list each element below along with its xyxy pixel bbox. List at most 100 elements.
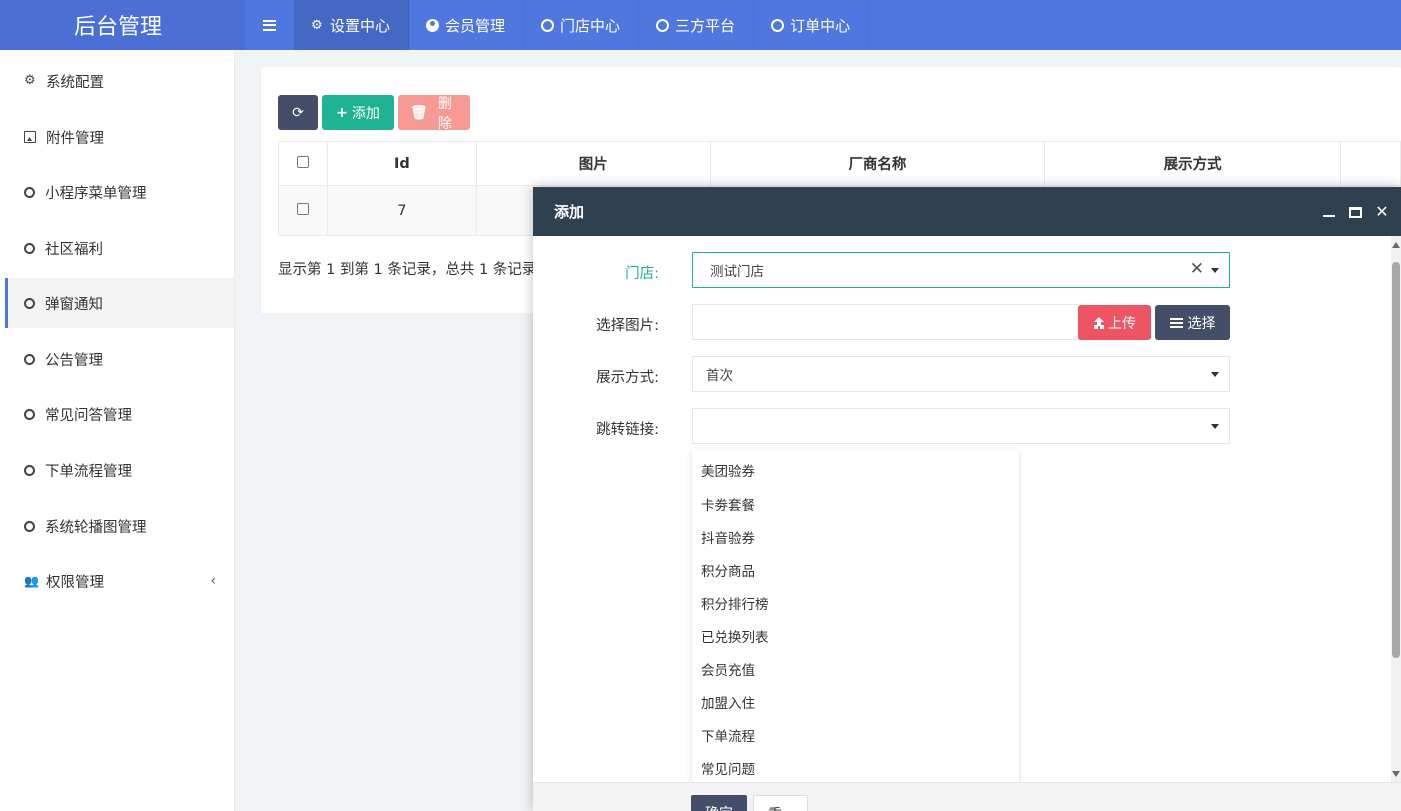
chevron-left-icon: ‹	[210, 573, 216, 589]
circle-icon	[656, 18, 670, 32]
trash-icon: 🗑	[410, 104, 428, 121]
display-mode-value: 首次	[706, 368, 733, 384]
select-all-cell	[278, 141, 328, 186]
circle-icon	[24, 408, 35, 420]
column-header-vendor[interactable]: 厂商名称	[709, 141, 1046, 186]
sidebar-item-permissions[interactable]: 👥 权限管理 ‹	[5, 556, 234, 606]
nav-item-label: 三方平台	[675, 16, 736, 35]
pagination-info: 显示第 1 到第 1 条记录，总共 1 条记录	[278, 262, 537, 278]
row-select-cell	[278, 185, 328, 236]
circle-icon	[24, 464, 35, 476]
image-path-input[interactable]	[692, 304, 1079, 340]
sidebar-item-order-process[interactable]: 下单流程管理	[5, 445, 234, 495]
nav-item-settings[interactable]: ⚙ 设置中心	[294, 0, 410, 50]
circle-icon	[24, 520, 35, 532]
upload-button[interactable]: 上传	[1078, 305, 1151, 340]
nav-item-label: 会员管理	[445, 16, 506, 35]
sidebar-toggle-button[interactable]	[244, 0, 294, 50]
choose-button[interactable]: 选择	[1155, 305, 1230, 340]
modal-form: 门店: 测试门店 ✕ 选择图片: 上传 选择 展示方式: 首次 跳转链接: 美团…	[533, 236, 1391, 782]
modal-title: 添加	[554, 203, 585, 221]
sidebar-item-system-config[interactable]: ⚙ 系统配置	[5, 56, 234, 106]
store-select-value: 测试门店	[710, 264, 764, 280]
dropdown-option[interactable]: 积分商品	[701, 560, 755, 580]
column-header-extra	[1340, 141, 1401, 186]
sidebar-item-faq[interactable]: 常见问答管理	[5, 389, 234, 439]
nav-item-third-party[interactable]: 三方平台	[639, 0, 755, 50]
users-icon: 👥	[24, 574, 39, 588]
refresh-icon: ⟳	[292, 104, 304, 121]
circle-icon	[541, 18, 555, 32]
store-select[interactable]: 测试门店 ✕	[692, 252, 1230, 288]
circle-icon	[24, 353, 35, 365]
table-toolbar: ⟳ + 添加 🗑 删除	[278, 95, 470, 132]
scroll-up-icon[interactable]	[1392, 242, 1400, 248]
modal-controls: ✕	[1322, 187, 1389, 236]
select-all-checkbox[interactable]	[296, 155, 309, 168]
image-label: 选择图片:	[596, 318, 659, 334]
jump-link-select[interactable]	[692, 408, 1230, 444]
menu-icon	[263, 19, 276, 31]
refresh-button[interactable]: ⟳	[278, 95, 318, 130]
sidebar-item-label: 系统配置	[46, 74, 104, 91]
dropdown-option[interactable]: 积分排行榜	[701, 593, 769, 613]
user-circle-icon	[426, 18, 440, 32]
chevron-down-icon	[1211, 372, 1219, 377]
image-icon	[24, 131, 36, 143]
sidebar-item-attachments[interactable]: 附件管理	[5, 112, 234, 162]
sidebar-item-popup-notice[interactable]: 弹窗通知	[5, 278, 234, 328]
nav-item-members[interactable]: 会员管理	[409, 0, 525, 50]
dropdown-option[interactable]: 卡劵套餐	[701, 494, 755, 514]
sidebar-item-label: 小程序菜单管理	[45, 185, 147, 202]
sidebar-item-label: 常见问答管理	[45, 407, 132, 424]
sidebar-item-community-welfare[interactable]: 社区福利	[5, 223, 234, 273]
scrollbar-thumb[interactable]	[1392, 262, 1400, 658]
clear-icon[interactable]: ✕	[1190, 259, 1204, 279]
add-button-label: 添加	[351, 105, 380, 122]
modal-header[interactable]: 添加 ✕	[533, 187, 1401, 236]
display-mode-label: 展示方式:	[596, 370, 659, 386]
dropdown-option[interactable]: 常见问题	[701, 758, 755, 778]
maximize-icon[interactable]	[1349, 206, 1362, 218]
sidebar-item-label: 下单流程管理	[45, 463, 132, 480]
dropdown-option[interactable]: 加盟入住	[701, 692, 755, 712]
circle-icon	[24, 242, 35, 254]
delete-button-label: 删除	[437, 95, 452, 132]
sidebar-item-carousel[interactable]: 系统轮播图管理	[5, 501, 234, 551]
sidebar-item-label: 公告管理	[45, 352, 103, 369]
sidebar-item-miniprogram-menu[interactable]: 小程序菜单管理	[5, 167, 234, 217]
dropdown-option[interactable]: 抖音验券	[701, 527, 755, 547]
store-label: 门店:	[625, 266, 659, 282]
display-mode-select[interactable]: 首次	[692, 356, 1230, 392]
sidebar-item-label: 系统轮播图管理	[45, 519, 147, 536]
modal-scrollbar[interactable]	[1391, 236, 1401, 782]
nav-item-orders[interactable]: 订单中心	[754, 0, 870, 50]
close-icon[interactable]: ✕	[1375, 203, 1389, 219]
brand-logo[interactable]: 后台管理	[0, 0, 244, 50]
sidebar-item-announcements[interactable]: 公告管理	[5, 334, 234, 384]
top-header: 后台管理 ⚙ 设置中心 会员管理 门店中心 三方平台 订单中心	[0, 0, 1401, 50]
nav-item-stores[interactable]: 门店中心	[524, 0, 640, 50]
delete-button[interactable]: 🗑 删除	[398, 95, 470, 132]
add-button[interactable]: + 添加	[322, 95, 394, 130]
confirm-button[interactable]: 确定	[691, 795, 747, 811]
jump-link-dropdown: 美团验券 卡劵套餐 抖音验券 积分商品 积分排行榜 已兑换列表 会员充值 加盟入…	[692, 450, 1019, 782]
dropdown-option[interactable]: 会员充值	[701, 659, 755, 679]
circle-icon	[24, 186, 35, 198]
upload-icon	[1093, 317, 1104, 328]
brand-title: 后台管理	[73, 15, 162, 40]
gear-icon: ⚙	[24, 73, 36, 88]
chevron-down-icon	[1211, 424, 1219, 429]
row-checkbox[interactable]	[296, 202, 309, 215]
dropdown-option[interactable]: 已兑换列表	[701, 626, 769, 646]
column-header-id[interactable]: Id	[326, 141, 477, 186]
nav-item-label: 门店中心	[560, 16, 621, 35]
scroll-down-icon[interactable]	[1392, 771, 1400, 777]
reset-button[interactable]: 重置	[753, 795, 808, 811]
column-header-display-mode[interactable]: 展示方式	[1044, 141, 1341, 186]
column-header-image[interactable]: 图片	[475, 141, 711, 186]
minimize-icon[interactable]	[1322, 205, 1336, 219]
dropdown-option[interactable]: 美团验券	[701, 460, 755, 480]
dropdown-option[interactable]: 下单流程	[701, 725, 755, 745]
sidebar: ⚙ 系统配置 附件管理 小程序菜单管理 社区福利 弹窗通知 公告管理 常见问答管…	[0, 50, 235, 811]
